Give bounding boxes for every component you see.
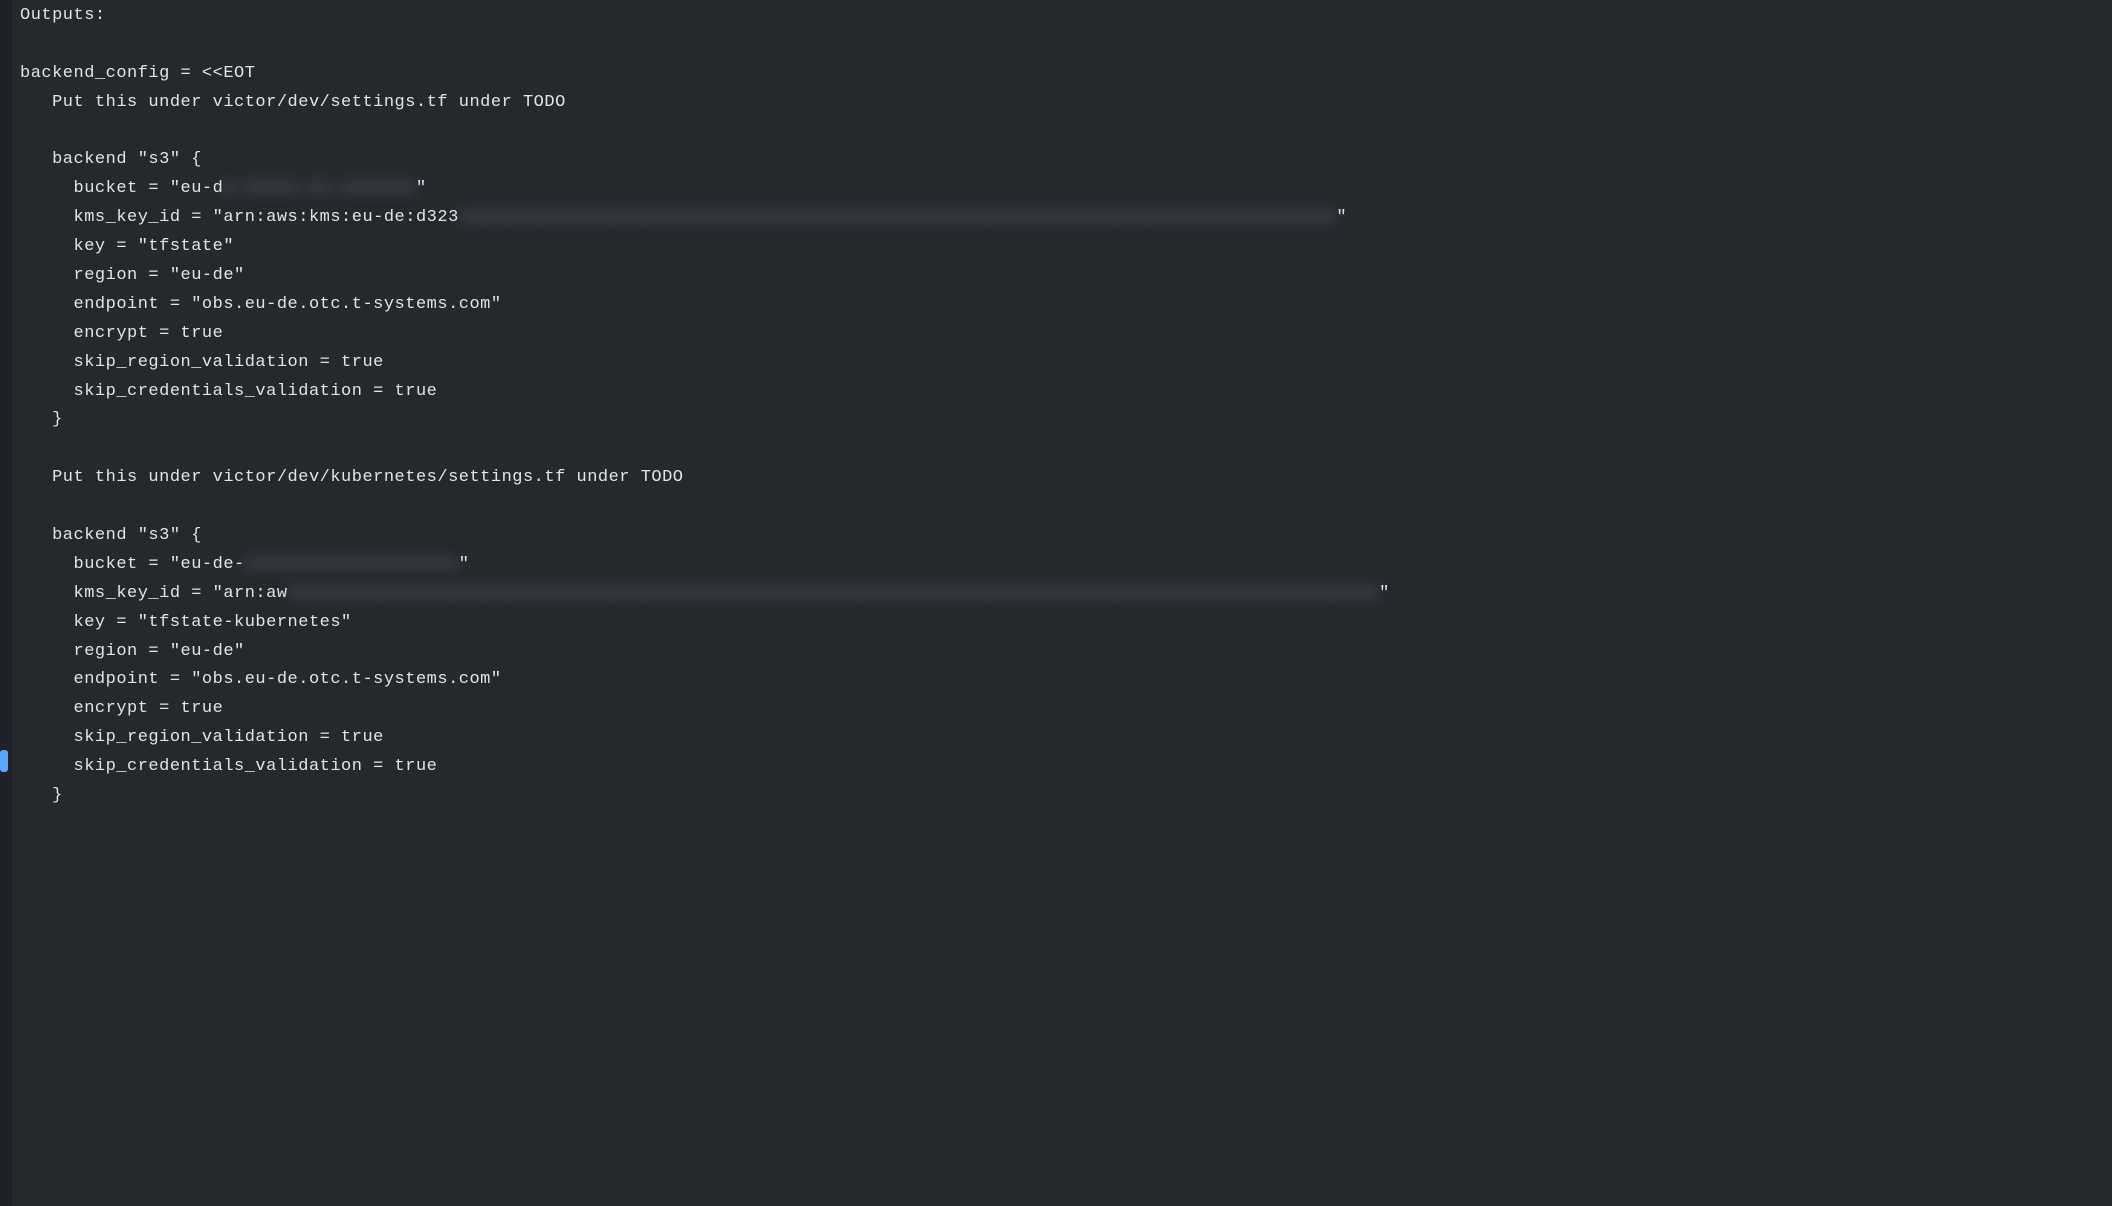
code-line-22: endpoint = "obs.eu-de.otc.t-systems.com" (20, 666, 2112, 695)
scroll-indicator[interactable] (0, 750, 8, 772)
code-line-26: } (20, 782, 2112, 811)
code-line-4: backend "s3" { (20, 146, 2112, 175)
code-line-8: region = "eu-de" (20, 262, 2112, 291)
code-block: backend_config = <<EOT Put this under vi… (20, 31, 2112, 811)
code-line-12: skip_credentials_validation = true (20, 378, 2112, 407)
code-line-9: endpoint = "obs.eu-de.otc.t-systems.com" (20, 291, 2112, 320)
code-line-21: region = "eu-de" (20, 638, 2112, 667)
code-line-14 (20, 435, 2112, 464)
code-line-13: } (20, 406, 2112, 435)
gutter-strip (0, 0, 12, 1206)
redacted-text: xxxxxxxxxxxxxxxxxxxxxxxxxxxxxxxxxxxxxxxx… (459, 204, 1337, 233)
code-line-19: kms_key_id = "arn:awxxxxxxxxxxxxxxxxxxxx… (20, 580, 2112, 609)
code-line-18: bucket = "eu-de-xxxxxxxxxxxxxxxxxxxx" (20, 551, 2112, 580)
code-line-3 (20, 118, 2112, 147)
code-line-10: encrypt = true (20, 320, 2112, 349)
code-line-23: encrypt = true (20, 695, 2112, 724)
code-line-25: skip_credentials_validation = true (20, 753, 2112, 782)
redacted-text: xxxxxxxxxxxxxxxxxxxx (245, 551, 459, 580)
code-line-20: key = "tfstate-kubernetes" (20, 609, 2112, 638)
outputs-heading: Outputs: (20, 2, 2112, 31)
code-line-0 (20, 31, 2112, 60)
code-line-15: Put this under victor/dev/kubernetes/set… (20, 464, 2112, 493)
code-line-2: Put this under victor/dev/settings.tf un… (20, 89, 2112, 118)
code-line-6: kms_key_id = "arn:aws:kms:eu-de:d323xxxx… (20, 204, 2112, 233)
code-line-24: skip_region_validation = true (20, 724, 2112, 753)
code-line-5: bucket = "eu-de-xxxxx-xx-xxxxxxx" (20, 175, 2112, 204)
redacted-text: e-xxxxx-xx-xxxxxxx (223, 175, 416, 204)
redacted-text: xxxxxxxxxxxxxxxxxxxxxxxxxxxxxxxxxxxxxxxx… (288, 580, 1380, 609)
code-line-17: backend "s3" { (20, 522, 2112, 551)
code-line-7: key = "tfstate" (20, 233, 2112, 262)
code-line-1: backend_config = <<EOT (20, 60, 2112, 89)
code-line-16 (20, 493, 2112, 522)
code-line-11: skip_region_validation = true (20, 349, 2112, 378)
